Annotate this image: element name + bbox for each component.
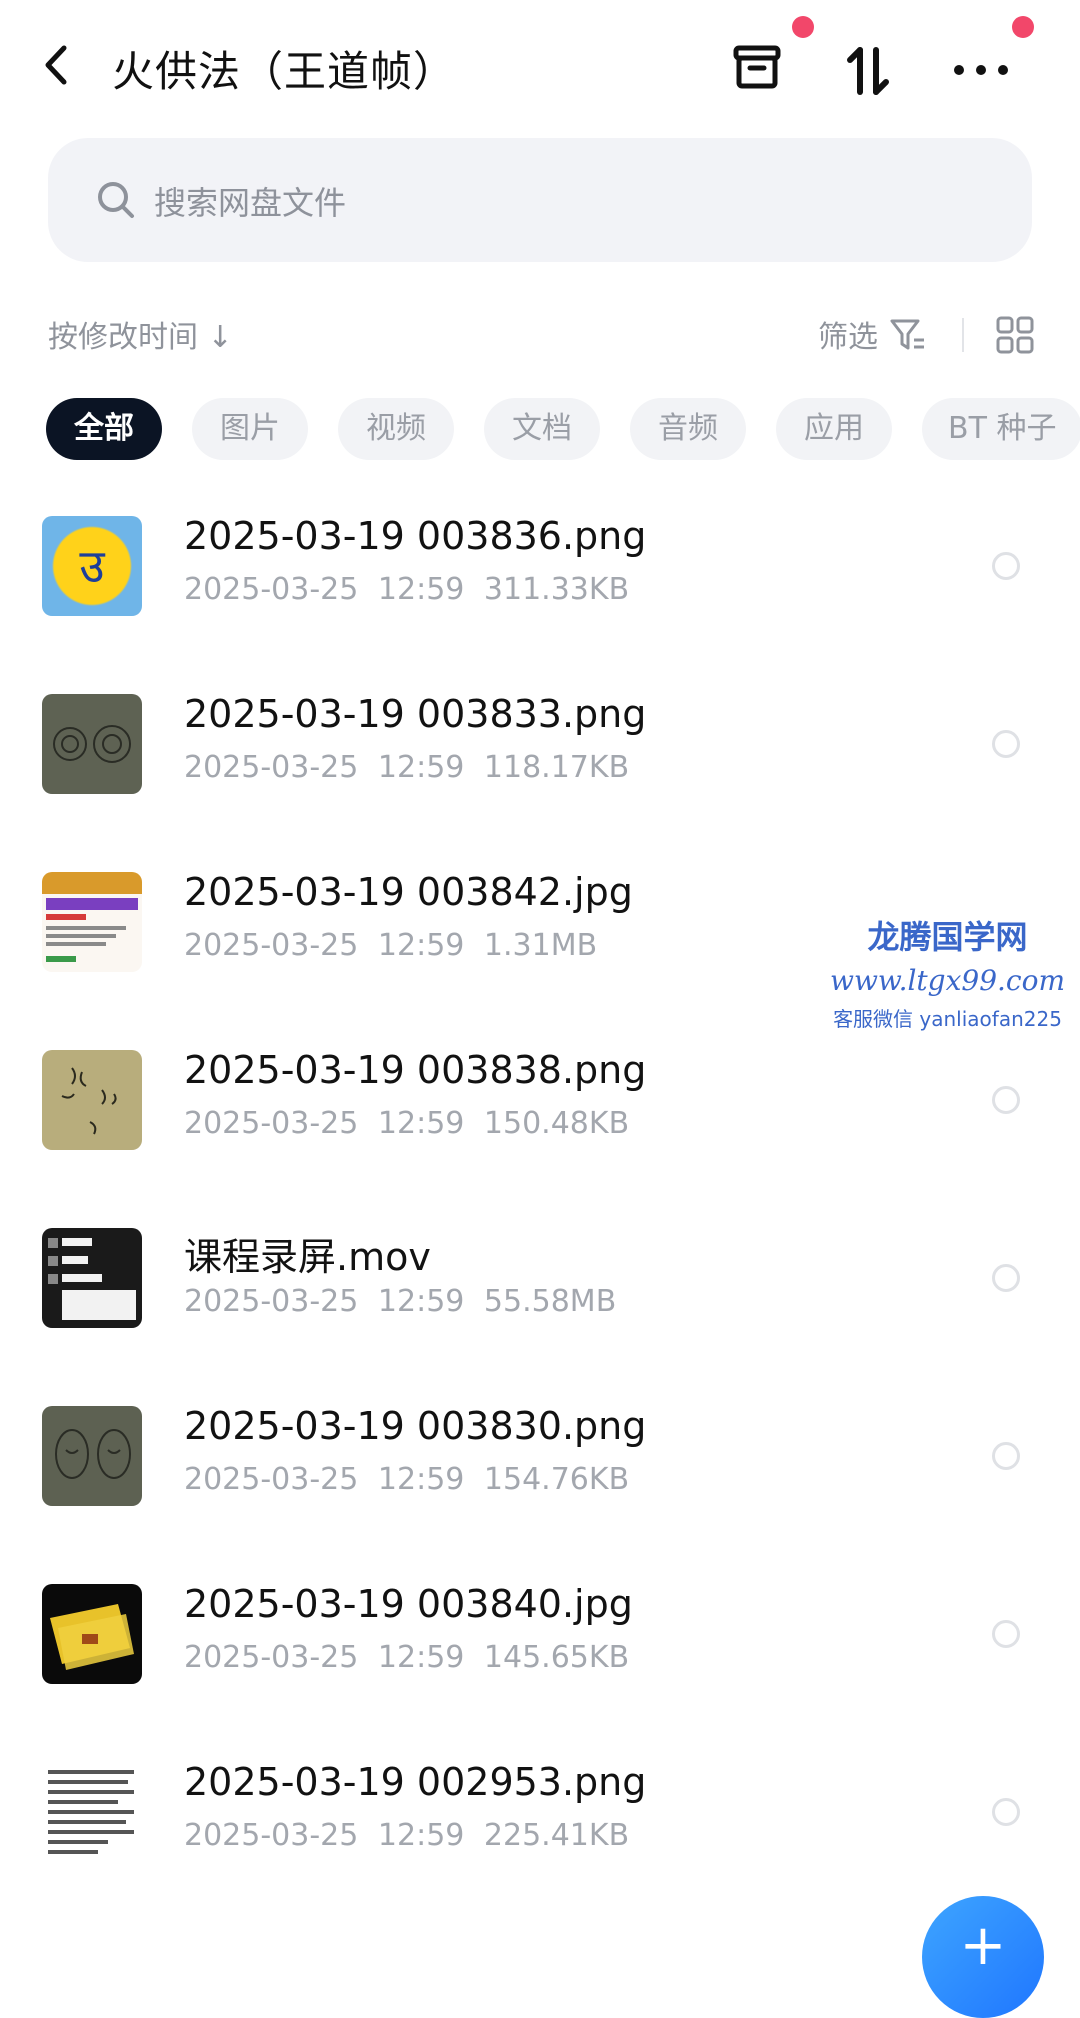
- file-row[interactable]: 课程录屏.mov 2025-03-25 12:59 55.58MB: [0, 1192, 1080, 1370]
- file-meta: 2025-03-25 12:59 1.31MB: [184, 928, 598, 963]
- search-input[interactable]: 搜索网盘文件: [48, 138, 1032, 262]
- file-thumbnail: [42, 694, 142, 794]
- file-row[interactable]: 2025-03-19 003830.png 2025-03-25 12:59 1…: [0, 1370, 1080, 1548]
- select-radio[interactable]: [992, 1798, 1020, 1826]
- plus-icon: +: [959, 1913, 1007, 1978]
- file-meta: 2025-03-25 12:59 225.41KB: [184, 1818, 630, 1853]
- archive-button[interactable]: [726, 36, 796, 106]
- select-radio[interactable]: [992, 1086, 1020, 1114]
- page-title: 火供法（王道帧）: [112, 47, 457, 96]
- select-radio[interactable]: [992, 1442, 1020, 1470]
- select-radio[interactable]: [992, 1620, 1020, 1648]
- header: 火供法（王道帧）: [0, 0, 1080, 140]
- file-meta: 2025-03-25 12:59 311.33KB: [184, 572, 630, 607]
- search-placeholder: 搜索网盘文件: [154, 184, 347, 222]
- file-name: 2025-03-19 003830.png: [184, 1404, 647, 1448]
- file-thumbnail: [42, 1050, 142, 1150]
- file-thumbnail: उ: [42, 516, 142, 616]
- file-name: 2025-03-19 002953.png: [184, 1760, 647, 1804]
- sort-by-modified-time[interactable]: 按修改时间 ↓: [48, 312, 233, 356]
- more-icon: [954, 65, 1008, 75]
- file-meta: 2025-03-25 12:59 118.17KB: [184, 750, 630, 785]
- file-meta: 2025-03-25 12:59 145.65KB: [184, 1640, 630, 1675]
- watermark-site-name: 龙腾国学网: [867, 918, 1028, 956]
- filter-icon[interactable]: [890, 318, 926, 352]
- file-meta: 2025-03-25 12:59 55.58MB: [184, 1284, 617, 1319]
- search-icon: [98, 182, 134, 218]
- file-name: 2025-03-19 003833.png: [184, 692, 647, 736]
- back-button[interactable]: [40, 40, 90, 100]
- more-button[interactable]: [946, 36, 1016, 106]
- sort-toggle-icon: [847, 47, 889, 95]
- file-thumbnail: [42, 1228, 142, 1328]
- tab-audio[interactable]: 音频: [630, 398, 746, 460]
- file-thumbnail: [42, 872, 142, 972]
- file-name: 2025-03-19 003838.png: [184, 1048, 647, 1092]
- select-radio[interactable]: [992, 1264, 1020, 1292]
- file-row[interactable]: 2025-03-19 002953.png 2025-03-25 12:59 2…: [0, 1726, 1080, 1904]
- file-row[interactable]: 2025-03-19 003833.png 2025-03-25 12:59 1…: [0, 658, 1080, 836]
- file-thumbnail: [42, 1584, 142, 1684]
- tab-videos[interactable]: 视频: [338, 398, 454, 460]
- notification-dot: [792, 16, 814, 38]
- category-tabs: 全部 图片 视频 文档 音频 应用 BT 种子: [46, 398, 1080, 460]
- svg-text:उ: उ: [79, 539, 105, 593]
- tab-apps[interactable]: 应用: [776, 398, 892, 460]
- upload-fab-button[interactable]: +: [922, 1896, 1044, 2018]
- file-name: 2025-03-19 003842.jpg: [184, 870, 633, 914]
- notification-dot: [1012, 16, 1034, 38]
- file-row[interactable]: उ 2025-03-19 003836.png 2025-03-25 12:59…: [0, 480, 1080, 658]
- archive-icon: [733, 45, 781, 89]
- grid-view-icon[interactable]: [996, 316, 1034, 354]
- tab-documents[interactable]: 文档: [484, 398, 600, 460]
- watermark: 龙腾国学网 www.ltgx99.com 客服微信 yanliaofan225: [830, 912, 1065, 1032]
- file-thumbnail: [42, 1762, 142, 1862]
- divider: [962, 318, 964, 352]
- file-meta: 2025-03-25 12:59 154.76KB: [184, 1462, 630, 1497]
- tab-all[interactable]: 全部: [46, 398, 162, 460]
- file-row[interactable]: 2025-03-19 003838.png 2025-03-25 12:59 1…: [0, 1014, 1080, 1192]
- tab-bt-torrent[interactable]: BT 种子: [922, 398, 1080, 460]
- select-radio[interactable]: [992, 730, 1020, 758]
- tab-images[interactable]: 图片: [192, 398, 308, 460]
- sort-toggle-button[interactable]: [836, 36, 906, 106]
- filter-button[interactable]: 筛选: [818, 312, 878, 356]
- watermark-contact: 客服微信 yanliaofan225: [833, 1007, 1062, 1031]
- file-row[interactable]: 2025-03-19 003840.jpg 2025-03-25 12:59 1…: [0, 1548, 1080, 1726]
- file-name: 课程录屏.mov: [184, 1235, 431, 1279]
- file-thumbnail: [42, 1406, 142, 1506]
- watermark-url: www.ltgx99.com: [830, 964, 1066, 997]
- file-name: 2025-03-19 003836.png: [184, 514, 647, 558]
- back-icon: [45, 45, 67, 85]
- file-meta: 2025-03-25 12:59 150.48KB: [184, 1106, 630, 1141]
- file-name: 2025-03-19 003840.jpg: [184, 1582, 633, 1626]
- select-radio[interactable]: [992, 552, 1020, 580]
